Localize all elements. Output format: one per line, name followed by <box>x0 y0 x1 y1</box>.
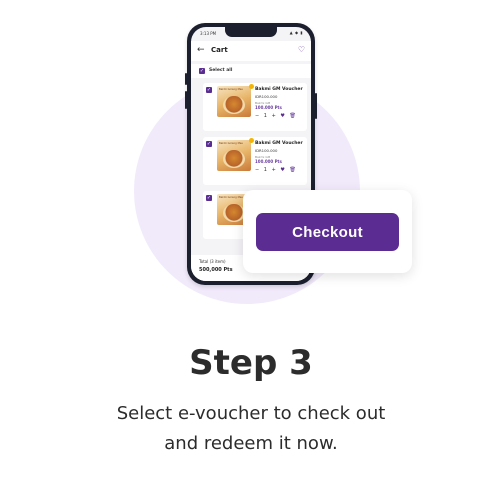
heart-icon[interactable]: ♡ <box>298 44 305 56</box>
cart-item: ✓ Bakmi Goreng Mee Bakmi GM Voucher IDR1… <box>203 83 307 131</box>
total-value: 500,000 Pts <box>199 267 233 273</box>
step-description-line: and redeem it now. <box>164 433 338 454</box>
quantity-stepper: − 1 + ♥ 🗑 <box>255 167 299 173</box>
status-time: 3:13 PM <box>200 31 217 36</box>
select-all-checkbox[interactable]: ✓ <box>199 68 205 74</box>
minus-icon[interactable]: − <box>255 167 259 173</box>
merchant-badge-icon <box>249 138 254 143</box>
app-bar: ← Cart ♡ <box>191 41 311 61</box>
page-title: Cart <box>211 46 228 54</box>
select-all-row[interactable]: ✓ Select all <box>191 64 311 78</box>
thumbnail-caption: Bakmi Goreng Mee <box>219 196 243 199</box>
voucher-title: Bakmi GM Voucher <box>255 141 303 146</box>
voucher-price: IDR100.000 <box>255 148 278 153</box>
noodle-plate-image <box>223 150 245 168</box>
phone-notch <box>225 27 277 37</box>
voucher-points: 100.000 Pts <box>255 159 282 164</box>
phone-side-button <box>185 73 187 85</box>
step-title: Step 3 <box>189 343 313 383</box>
plus-icon[interactable]: + <box>272 167 276 173</box>
trash-icon[interactable]: 🗑 <box>289 167 295 173</box>
checkout-button[interactable]: Checkout <box>256 213 399 251</box>
noodle-plate-image <box>223 96 245 114</box>
voucher-thumbnail: Bakmi Goreng Mee <box>217 140 251 171</box>
step-description: Select e-voucher to check out and redeem… <box>0 399 502 459</box>
voucher-title: Bakmi GM Voucher <box>255 87 303 92</box>
trash-icon[interactable]: 🗑 <box>289 113 295 119</box>
checkout-popup: Checkout <box>243 190 412 273</box>
step-description-line: Select e-voucher to check out <box>116 403 386 424</box>
thumbnail-caption: Bakmi Goreng Mee <box>219 142 243 145</box>
merchant-badge-icon <box>249 84 254 89</box>
status-icons: ▲ ◆ ▮ <box>289 30 303 35</box>
phone-side-button <box>315 93 317 119</box>
quantity-value: 1 <box>263 167 267 173</box>
plus-icon[interactable]: + <box>272 113 276 119</box>
minus-icon[interactable]: − <box>255 113 259 119</box>
select-all-label: Select all <box>209 68 233 73</box>
heart-icon[interactable]: ♥ <box>280 167 284 173</box>
cart-item: ✓ Bakmi Goreng Mee Bakmi GM Voucher IDR1… <box>203 137 307 185</box>
back-arrow-icon[interactable]: ← <box>197 44 205 56</box>
quantity-stepper: − 1 + ♥ 🗑 <box>255 113 299 119</box>
heart-icon[interactable]: ♥ <box>280 113 284 119</box>
noodle-plate-image <box>223 204 245 222</box>
item-checkbox[interactable]: ✓ <box>206 195 212 201</box>
thumbnail-caption: Bakmi Goreng Mee <box>219 88 243 91</box>
quantity-value: 1 <box>263 113 267 119</box>
item-checkbox[interactable]: ✓ <box>206 141 212 147</box>
total-label: Total (3 item) <box>199 259 226 264</box>
illustration: 3:13 PM ▲ ◆ ▮ ← Cart ♡ ✓ Select all ✓ Ba… <box>0 0 502 310</box>
voucher-thumbnail: Bakmi Goreng Mee <box>217 86 251 117</box>
voucher-price: IDR100.000 <box>255 94 278 99</box>
item-checkbox[interactable]: ✓ <box>206 87 212 93</box>
phone-side-button <box>185 91 187 109</box>
voucher-points: 100.000 Pts <box>255 105 282 110</box>
